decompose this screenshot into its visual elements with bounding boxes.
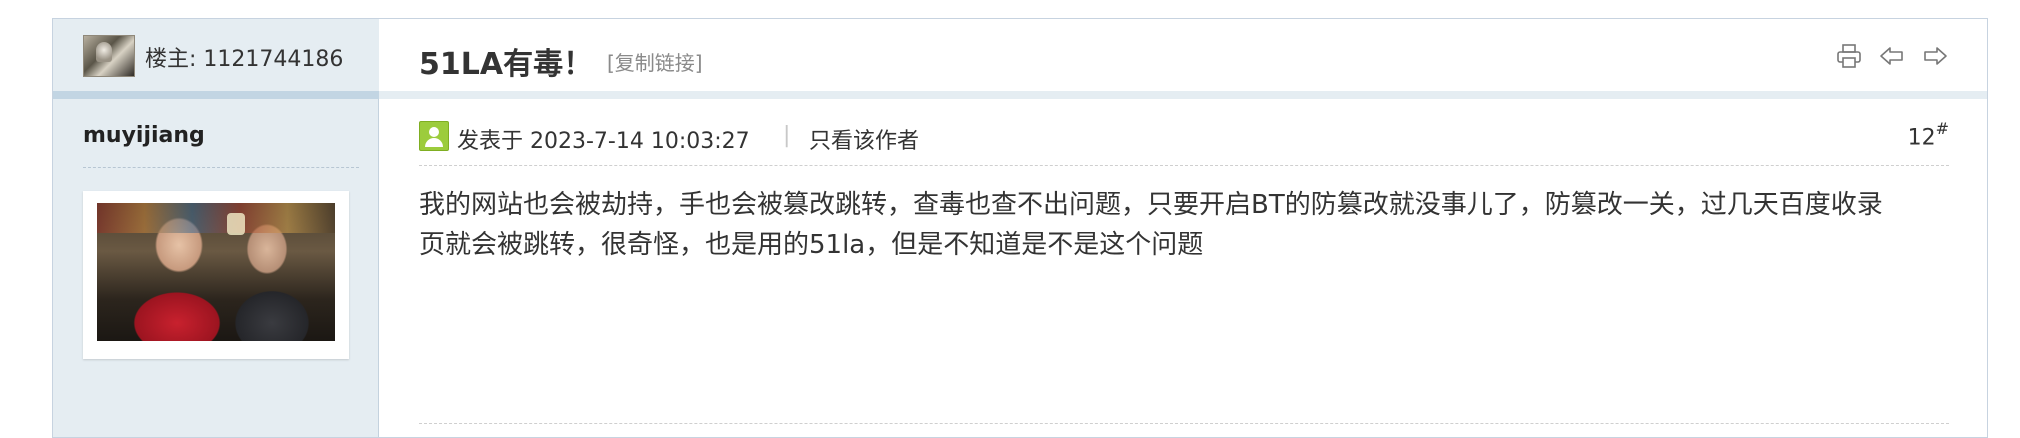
next-thread-icon[interactable] — [1921, 43, 1949, 69]
post-content: 我的网站也会被劫持，手也会被篡改跳转，查毒也查不出问题，只要开启BT的防篡改就没… — [419, 190, 1883, 260]
print-icon[interactable] — [1835, 43, 1863, 69]
op-header: 楼主: 1121744186 — [53, 19, 379, 91]
floor-suffix[interactable]: # — [1936, 119, 1949, 138]
author-avatar[interactable] — [83, 191, 349, 359]
op-avatar-thumbnail[interactable] — [83, 35, 135, 77]
online-status-icon — [419, 121, 449, 151]
post-container: 楼主: 1121744186 muyijiang 51LA有毒！ [复制链接] — [52, 18, 1988, 438]
only-author-link[interactable]: 只看该作者 — [809, 123, 919, 155]
post-meta: 发表于 2023-7-14 10:03:27 | 只看该作者 12# — [419, 119, 1949, 155]
author-name[interactable]: muyijiang — [83, 123, 205, 148]
meta-separator: | — [783, 123, 791, 148]
floor-number[interactable]: 12# — [1908, 119, 1949, 150]
author-sidebar: 楼主: 1121744186 muyijiang — [53, 19, 379, 437]
thread-title-bar: 51LA有毒！ [复制链接] — [379, 19, 1987, 91]
floor-number-value[interactable]: 12 — [1908, 125, 1936, 150]
copy-link-button[interactable]: [复制链接] — [607, 47, 703, 76]
post-time: 发表于 2023-7-14 10:03:27 — [457, 129, 750, 154]
thread-toolbar — [1825, 43, 1949, 69]
prev-thread-icon[interactable] — [1878, 43, 1906, 69]
title-separator — [379, 91, 1987, 99]
avatar-photo[interactable] — [97, 203, 335, 341]
sidebar-divider — [83, 167, 359, 168]
op-label[interactable]: 楼主: 1121744186 — [145, 41, 343, 73]
thread-title: 51LA有毒！ — [419, 47, 594, 82]
post-main: 51LA有毒！ [复制链接] 发表于 2023-7-14 10:03:27 | … — [379, 19, 1987, 437]
sidebar-separator — [53, 91, 379, 99]
meta-divider — [419, 165, 1949, 166]
